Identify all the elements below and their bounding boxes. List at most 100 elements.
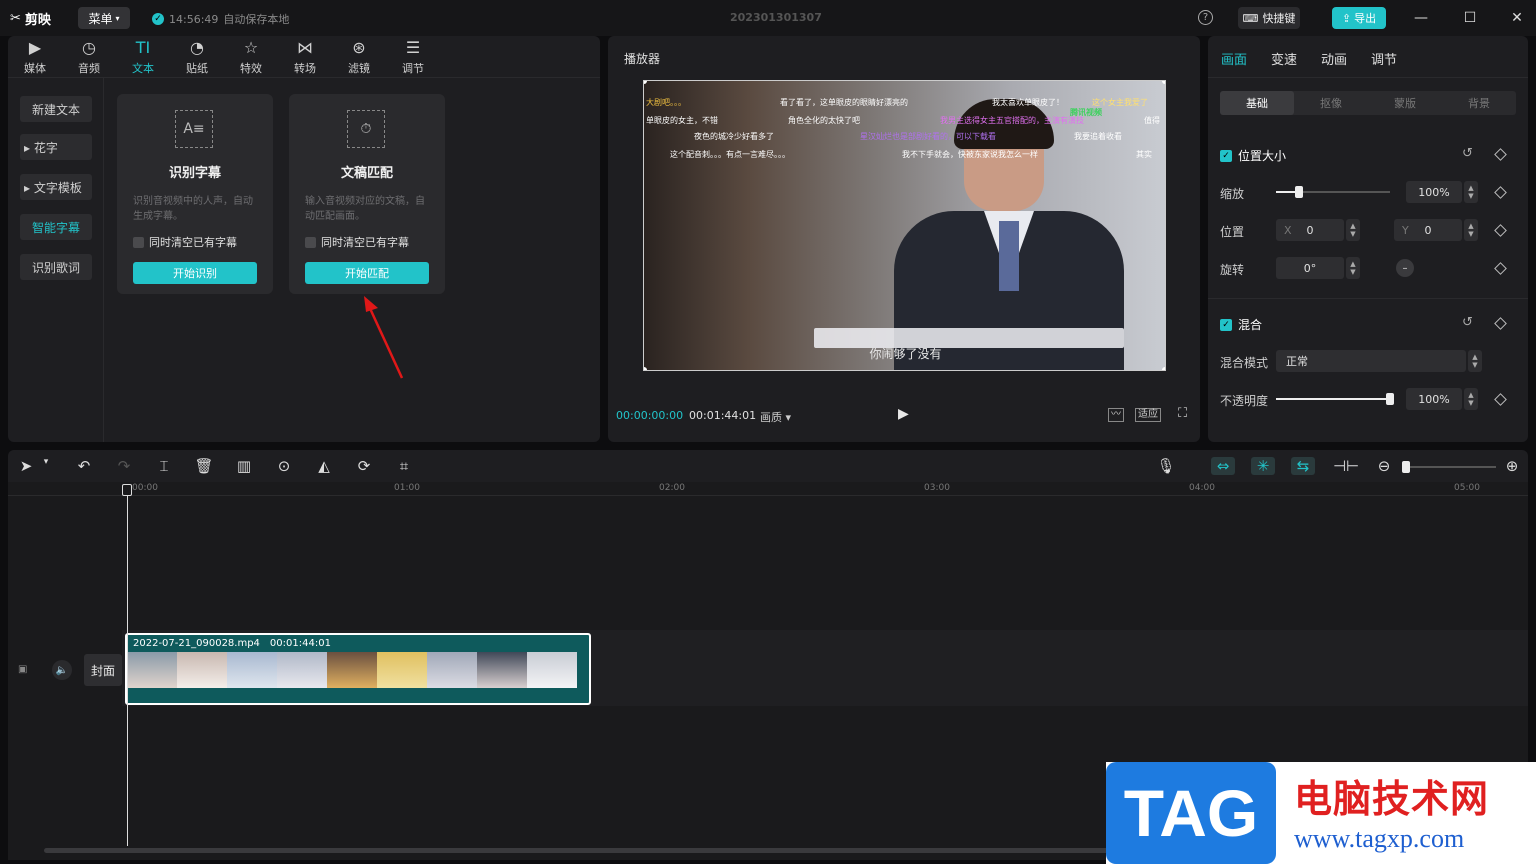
scale-label: 缩放 xyxy=(1220,187,1245,201)
subtab-cutout[interactable]: 抠像 xyxy=(1294,91,1368,115)
crop-icon[interactable]: ⌗ xyxy=(394,457,414,475)
nav-lyrics[interactable]: 识别歌词 xyxy=(20,254,92,280)
nav-text-template[interactable]: ▸ 文字模板 xyxy=(20,174,92,200)
shortcut-button[interactable]: ⌨ 快捷键 xyxy=(1238,7,1300,29)
tab-filter[interactable]: ⊛ 滤镜 xyxy=(332,36,386,78)
fit-button[interactable]: 适应 xyxy=(1135,408,1161,422)
export-button[interactable]: ⇪ 导出 xyxy=(1332,7,1386,29)
tab-adjust[interactable]: ☰ 调节 xyxy=(386,36,440,78)
scale-stepper[interactable]: ▲ ▼ xyxy=(1464,181,1478,203)
freeze-icon[interactable]: ▥ xyxy=(234,457,254,475)
auto-snap-icon[interactable]: ✳ xyxy=(1251,457,1275,475)
opacity-input[interactable]: 100% xyxy=(1406,388,1462,410)
resize-handle[interactable] xyxy=(644,367,647,370)
nav-smart-subtitle[interactable]: 智能字幕 xyxy=(20,214,92,240)
card-title: 识别字幕 xyxy=(168,166,221,181)
minimize-icon[interactable]: — xyxy=(1412,9,1430,27)
tab-adjust-props[interactable]: 调节 xyxy=(1371,49,1397,68)
cover-button[interactable]: 封面 xyxy=(84,654,122,686)
tab-effects[interactable]: ☆ 特效 xyxy=(224,36,278,78)
time-ruler[interactable]: 00:00 01:00 02:00 03:00 04:00 05:00 xyxy=(8,482,1528,496)
resize-handle[interactable] xyxy=(1162,81,1165,84)
slider-knob[interactable] xyxy=(1386,393,1394,405)
tab-animation[interactable]: 动画 xyxy=(1321,49,1347,68)
nav-new-text[interactable]: 新建文本 xyxy=(20,96,92,122)
track-audio-icon[interactable]: 🔈 xyxy=(52,660,72,680)
maximize-icon[interactable]: ☐ xyxy=(1461,9,1479,27)
fullscreen-icon[interactable]: ⛶ xyxy=(1178,406,1187,421)
clear-subtitle-checkbox[interactable]: 同时清空已有字幕 xyxy=(133,234,237,250)
redo-icon[interactable]: ↷ xyxy=(114,457,134,475)
delete-icon[interactable]: 🗑 xyxy=(194,457,214,475)
opacity-slider[interactable] xyxy=(1276,393,1394,405)
keyframe-icon[interactable] xyxy=(1494,148,1507,161)
clear-subtitle-checkbox[interactable]: 同时清空已有字幕 xyxy=(305,234,409,250)
tab-speed[interactable]: 变速 xyxy=(1271,49,1297,68)
x-stepper[interactable]: ▲ ▼ xyxy=(1346,219,1360,241)
zoom-out-icon[interactable]: ⊖ xyxy=(1374,457,1394,475)
tab-transition[interactable]: ⋈ 转场 xyxy=(278,36,332,78)
keyframe-icon[interactable] xyxy=(1494,393,1507,406)
tab-media[interactable]: ▶ 媒体 xyxy=(8,36,62,78)
scale-slider[interactable] xyxy=(1276,186,1390,198)
mirror-icon[interactable]: ◭ xyxy=(314,457,334,475)
keyframe-icon[interactable] xyxy=(1494,262,1507,275)
playhead-handle[interactable] xyxy=(122,484,132,496)
select-cursor-icon[interactable]: ➤ xyxy=(16,457,36,475)
playhead[interactable] xyxy=(127,484,128,846)
undo-icon[interactable]: ↶ xyxy=(74,457,94,475)
position-y-input[interactable]: Y0 xyxy=(1394,219,1462,241)
close-icon[interactable]: ✕ xyxy=(1508,9,1526,27)
slider-knob[interactable] xyxy=(1402,461,1410,473)
video-preview[interactable]: 大剧吧。。。 看了看了，这单眼皮的眼睛好漂亮的 我太喜欢单眼皮了！ 这个女主我爱… xyxy=(643,80,1166,371)
slider-knob[interactable] xyxy=(1295,186,1303,198)
sliders-icon: ☰ xyxy=(405,38,421,57)
blend-mode-select[interactable]: 正常 xyxy=(1276,350,1466,372)
position-size-section[interactable]: ✓ 位置大小 xyxy=(1220,147,1286,164)
keyframe-icon[interactable] xyxy=(1494,186,1507,199)
opacity-stepper[interactable]: ▲ ▼ xyxy=(1464,388,1478,410)
reset-icon[interactable]: ↺ xyxy=(1462,146,1473,161)
zoom-slider[interactable] xyxy=(1402,461,1496,473)
scale-input[interactable]: 100% xyxy=(1406,181,1462,203)
horizontal-scrollbar[interactable] xyxy=(44,848,1144,853)
rotate-dial-icon[interactable]: – xyxy=(1396,259,1414,277)
waveform-icon[interactable]: 〰 xyxy=(1108,408,1124,422)
quality-dropdown[interactable]: 画质 ▾ xyxy=(760,409,791,425)
tab-audio[interactable]: ◷ 音频 xyxy=(62,36,116,78)
play-icon[interactable]: ▶ xyxy=(898,406,909,422)
tab-text[interactable]: TI 文本 xyxy=(116,36,170,78)
start-recognize-button[interactable]: 开始识别 xyxy=(133,262,257,284)
subtab-basic[interactable]: 基础 xyxy=(1220,91,1294,115)
menu-button[interactable]: 菜单 ▾ xyxy=(78,7,130,29)
rotate-stepper[interactable]: ▲ ▼ xyxy=(1346,257,1360,279)
blend-section[interactable]: ✓ 混合 xyxy=(1220,316,1262,333)
resize-handle[interactable] xyxy=(1162,367,1165,370)
keyframe-icon[interactable] xyxy=(1494,317,1507,330)
linkage-icon[interactable]: ⇆ xyxy=(1291,457,1315,475)
blend-stepper[interactable]: ▲ ▼ xyxy=(1468,350,1482,372)
microphone-icon[interactable]: 🎙 xyxy=(1156,457,1176,475)
tab-picture[interactable]: 画面 xyxy=(1221,49,1247,68)
ruler-tick: 00:00 xyxy=(132,483,158,493)
track-visibility-icon[interactable]: ▣ xyxy=(18,664,27,675)
video-clip[interactable]: 2022-07-21_090028.mp4 00:01:44:01 xyxy=(125,633,591,705)
subtab-mask[interactable]: 蒙版 xyxy=(1368,91,1442,115)
subtab-background[interactable]: 背景 xyxy=(1442,91,1516,115)
start-match-button[interactable]: 开始匹配 xyxy=(305,262,429,284)
tab-sticker[interactable]: ◔ 贴纸 xyxy=(170,36,224,78)
help-icon[interactable]: ? xyxy=(1198,10,1213,25)
chevron-down-icon[interactable]: ▾ xyxy=(36,457,56,467)
reset-icon[interactable]: ↺ xyxy=(1462,315,1473,330)
nav-fancy-text[interactable]: ▸ 花字 xyxy=(20,134,92,160)
rotate-input[interactable]: 0° xyxy=(1276,257,1344,279)
reverse-play-icon[interactable]: ⊙ xyxy=(274,457,294,475)
position-x-input[interactable]: X0 xyxy=(1276,219,1344,241)
preview-axis-icon[interactable]: ⊣⊢ xyxy=(1333,457,1359,475)
keyframe-icon[interactable] xyxy=(1494,224,1507,237)
y-stepper[interactable]: ▲ ▼ xyxy=(1464,219,1478,241)
rotate-icon[interactable]: ⟳ xyxy=(354,457,374,475)
main-track-magnet-icon[interactable]: ⇔ xyxy=(1211,457,1235,475)
split-icon[interactable]: ⌶ xyxy=(154,457,174,475)
zoom-in-icon[interactable]: ⊕ xyxy=(1502,457,1522,475)
